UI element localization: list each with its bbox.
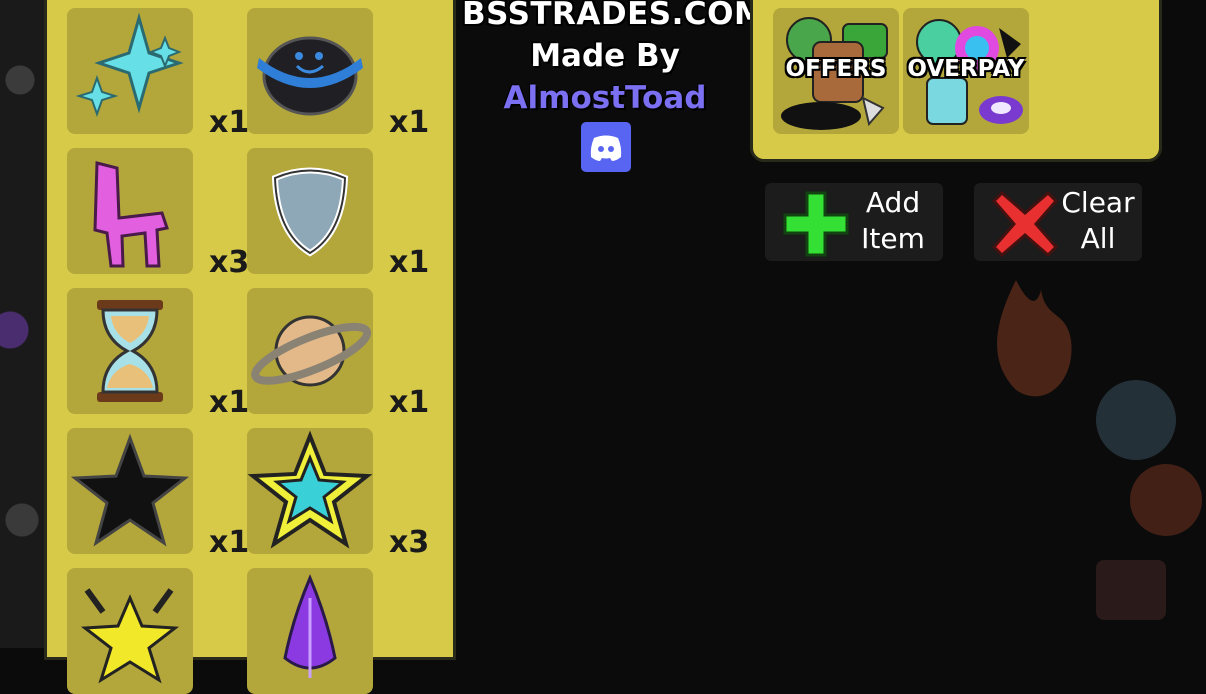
background-doodles-right — [997, 280, 1202, 620]
yellow-star-icon — [80, 588, 180, 684]
tab-offers-label: OFFERS — [785, 56, 887, 82]
item-count: x1 — [209, 385, 250, 420]
clear-all-button[interactable]: Clear All — [974, 183, 1142, 261]
item-count: x1 — [209, 525, 250, 560]
item-count: x1 — [389, 385, 430, 420]
chair-icon — [93, 161, 169, 268]
inventory-slot[interactable] — [67, 8, 193, 134]
tab-overpay-label: OVERPAY — [907, 56, 1025, 82]
inventory-slot[interactable] — [247, 148, 373, 274]
sparkle-icon — [75, 12, 184, 117]
inventory-panel: x1 x1 x3 x1 x1 x1 x1 x3 — [44, 0, 456, 694]
add-item-button[interactable]: Add Item — [765, 183, 943, 261]
planet-blue-face-icon — [257, 36, 363, 116]
inventory-slot[interactable] — [67, 148, 193, 274]
black-star-icon — [70, 433, 190, 547]
inventory-slot[interactable] — [247, 288, 373, 414]
shield-icon — [271, 167, 349, 257]
tab-offers[interactable]: OFFERS — [773, 8, 899, 134]
made-by-label: Made By — [530, 38, 680, 74]
inventory-slot[interactable] — [67, 288, 193, 414]
cyan-star-icon — [247, 430, 373, 549]
inventory-slot[interactable] — [67, 428, 193, 554]
item-count: x1 — [389, 105, 430, 140]
item-count: x3 — [209, 245, 250, 280]
background-doodles-left — [0, 0, 46, 648]
inventory-slot[interactable] — [247, 568, 373, 694]
add-item-label-line1: Add — [865, 186, 921, 219]
saturn-icon — [251, 315, 372, 387]
hourglass-icon — [97, 300, 163, 402]
item-count: x1 — [389, 245, 430, 280]
discord-button[interactable] — [581, 122, 631, 172]
site-title: BSSTRADES.COM — [462, 0, 766, 32]
close-icon — [991, 190, 1059, 258]
inventory-slot[interactable] — [67, 568, 193, 694]
discord-icon — [590, 135, 622, 161]
plus-icon — [783, 191, 849, 257]
clear-all-label-line1: Clear — [1061, 186, 1135, 219]
inventory-slot[interactable] — [247, 428, 373, 554]
item-count: x1 — [209, 105, 250, 140]
clear-all-label-line2: All — [1080, 222, 1116, 255]
tabs-panel: OFFERS OVERPAY — [750, 0, 1162, 162]
author-name: AlmostToad — [503, 80, 707, 116]
inventory-slot[interactable] — [247, 8, 373, 134]
item-count: x3 — [389, 525, 430, 560]
purple-feather-icon — [283, 574, 337, 678]
tab-overpay[interactable]: OVERPAY — [903, 8, 1029, 134]
add-item-label-line2: Item — [861, 222, 925, 255]
